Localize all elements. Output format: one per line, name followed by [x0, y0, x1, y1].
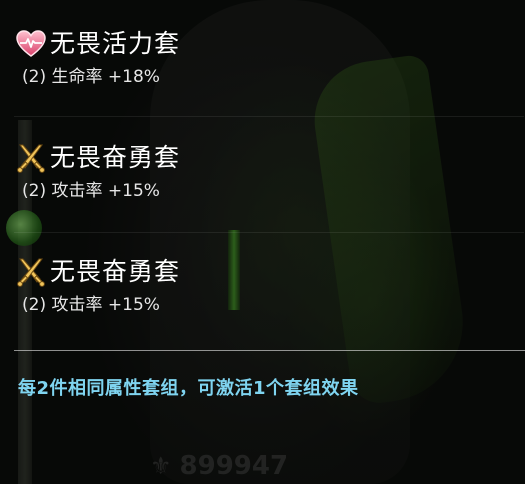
- divider: [14, 350, 525, 351]
- set-entry-vitality: 无畏活力套 (2) 生命率 +18%: [14, 26, 180, 88]
- set-title-row: 无畏奋勇套: [14, 254, 180, 290]
- set-bonus-text: (2) 攻击率 +15%: [22, 295, 160, 315]
- divider: [14, 116, 524, 117]
- set-title-row: 无畏奋勇套: [14, 140, 180, 176]
- heart-icon: [16, 30, 46, 57]
- set-name: 无畏活力套: [50, 29, 181, 58]
- set-bonus-text: (2) 生命率 +18%: [22, 67, 160, 87]
- divider: [14, 232, 524, 233]
- crossed-swords-icon: [17, 258, 45, 287]
- set-bonus-text: (2) 攻击率 +15%: [22, 181, 160, 201]
- set-name: 无畏奋勇套: [50, 257, 181, 286]
- set-entry-valor: 无畏奋勇套 (2) 攻击率 +15%: [14, 140, 180, 202]
- set-activation-hint: 每2件相同属性套组，可激活1个套组效果: [18, 378, 359, 399]
- set-entry-valor: 无畏奋勇套 (2) 攻击率 +15%: [14, 254, 180, 316]
- crossed-swords-icon: [17, 144, 45, 173]
- set-bonus-panel: 无畏活力套 (2) 生命率 +18% 无畏奋勇套 (2) 攻击率 +15% 无畏…: [0, 0, 525, 484]
- game-screen: ⚜ 899947 无畏活力套 (2) 生命率 +18% 无畏奋勇套 (2) 攻击…: [0, 0, 525, 484]
- set-name: 无畏奋勇套: [50, 143, 181, 172]
- set-title-row: 无畏活力套: [14, 26, 180, 62]
